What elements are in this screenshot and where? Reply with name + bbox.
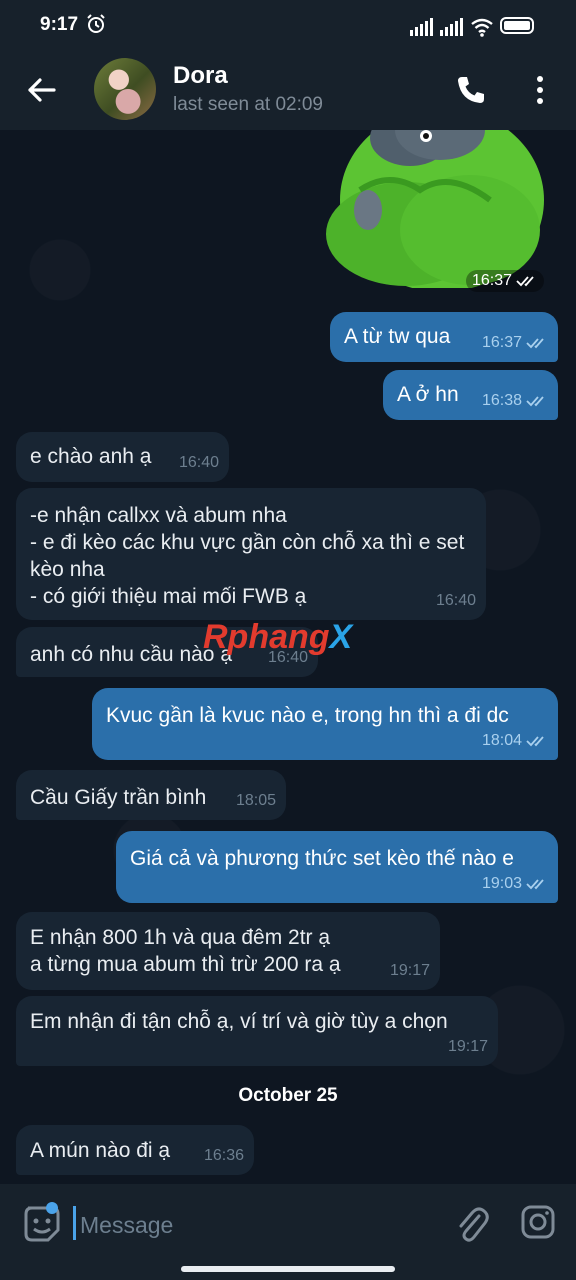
watermark: RphangX — [203, 618, 352, 657]
message-time: 16:40 — [178, 454, 219, 471]
message-text: anh có nhu cầu nào ạ — [30, 643, 233, 666]
message-bubble[interactable]: A từ tw qua 16:37 — [330, 312, 558, 362]
wifi-icon — [471, 18, 493, 37]
status-time: 9:17 — [40, 14, 79, 35]
message-meta: 16:40 — [179, 449, 219, 476]
read-ticks-icon — [516, 276, 534, 287]
message-meta: 19:17 — [448, 1033, 488, 1060]
sticker-time: 16:37 — [466, 270, 545, 292]
message-time: 16:38 — [481, 392, 522, 409]
last-seen-status: last seen at 02:09 — [173, 94, 323, 115]
message-text: e chào anh ạ — [30, 445, 152, 468]
paperclip-icon[interactable] — [455, 1204, 489, 1244]
status-bar: 9:17 — [0, 0, 576, 50]
message-time: 19:17 — [389, 962, 430, 979]
message-bubble[interactable]: A mún nào đi ạ 16:36 — [16, 1125, 254, 1175]
message-bubble[interactable]: E nhận 800 1h và qua đêm 2tr ạ a từng mu… — [16, 912, 440, 990]
message-time: 18:05 — [235, 792, 276, 809]
sticker-timestamp: 16:37 — [472, 272, 513, 289]
message-text: A ở hn — [397, 383, 459, 406]
read-ticks-icon — [526, 735, 544, 746]
contact-name[interactable]: Dora — [173, 62, 228, 90]
message-meta: 18:05 — [236, 787, 276, 814]
phone-icon[interactable] — [455, 74, 487, 106]
instagram-camera-icon[interactable] — [520, 1204, 556, 1240]
alarm-icon — [87, 14, 105, 33]
home-indicator[interactable] — [181, 1266, 395, 1272]
message-text: Kvuc gần là kvuc nào e, trong hn thì a đ… — [106, 704, 509, 727]
message-meta: 16:37 — [482, 329, 548, 356]
text-cursor — [73, 1206, 76, 1240]
chat-header: Dora last seen at 02:09 — [0, 50, 576, 130]
read-ticks-icon — [526, 395, 544, 406]
message-meta: 16:38 — [482, 387, 548, 414]
more-vert-icon[interactable] — [528, 74, 552, 106]
message-text: -e nhận callxx và abum nha - e đi kèo cá… — [30, 504, 465, 608]
sticker-image[interactable] — [320, 130, 544, 288]
message-text: Cầu Giấy trần bình — [30, 786, 207, 809]
message-meta: 16:36 — [204, 1142, 244, 1169]
message-text: Giá cả và phương thức set kèo thế nào e — [130, 847, 514, 870]
message-time: 19:03 — [481, 875, 522, 892]
message-input[interactable] — [78, 1204, 422, 1246]
back-button[interactable] — [20, 72, 60, 108]
message-bubble[interactable]: -e nhận callxx và abum nha - e đi kèo cá… — [16, 488, 486, 620]
message-meta: 19:17 — [390, 957, 430, 984]
battery-icon — [500, 17, 534, 34]
message-time: 16:36 — [203, 1147, 244, 1164]
read-ticks-icon — [526, 878, 544, 889]
notification-dot — [46, 1202, 58, 1214]
message-bubble[interactable]: Cầu Giấy trần bình 18:05 — [16, 770, 286, 820]
watermark-x: X — [329, 618, 353, 656]
message-bubble[interactable]: A ở hn 16:38 — [383, 370, 558, 420]
message-text: E nhận 800 1h và qua đêm 2tr ạ a từng mu… — [30, 926, 341, 976]
watermark-text: Rphang — [203, 618, 330, 656]
date-separator: October 25 — [238, 1085, 338, 1106]
message-time: 18:04 — [481, 732, 522, 749]
message-time: 16:40 — [435, 592, 476, 609]
message-bubble[interactable]: Giá cả và phương thức set kèo thế nào e … — [116, 831, 558, 903]
read-ticks-icon — [526, 337, 544, 348]
message-bubble[interactable]: Kvuc gần là kvuc nào e, trong hn thì a đ… — [92, 688, 558, 760]
message-text: A từ tw qua — [344, 325, 451, 348]
message-bubble[interactable]: e chào anh ạ 16:40 — [16, 432, 229, 482]
signal-icon — [410, 18, 433, 36]
message-meta: 16:40 — [436, 587, 476, 614]
signal-icon-2 — [440, 18, 463, 36]
chat-area[interactable]: 16:37 A từ tw qua 16:37 A ở hn 16:38 e c… — [0, 130, 576, 1184]
message-time: 19:17 — [447, 1038, 488, 1055]
message-meta: 19:03 — [482, 870, 548, 897]
message-text: Em nhận đi tận chỗ ạ, ví trí và giờ tùy … — [30, 1010, 448, 1033]
message-bubble[interactable]: Em nhận đi tận chỗ ạ, ví trí và giờ tùy … — [16, 996, 498, 1066]
message-time: 16:37 — [481, 334, 522, 351]
avatar[interactable] — [94, 58, 156, 120]
message-meta: 18:04 — [482, 727, 548, 754]
message-text: A mún nào đi ạ — [30, 1139, 171, 1162]
